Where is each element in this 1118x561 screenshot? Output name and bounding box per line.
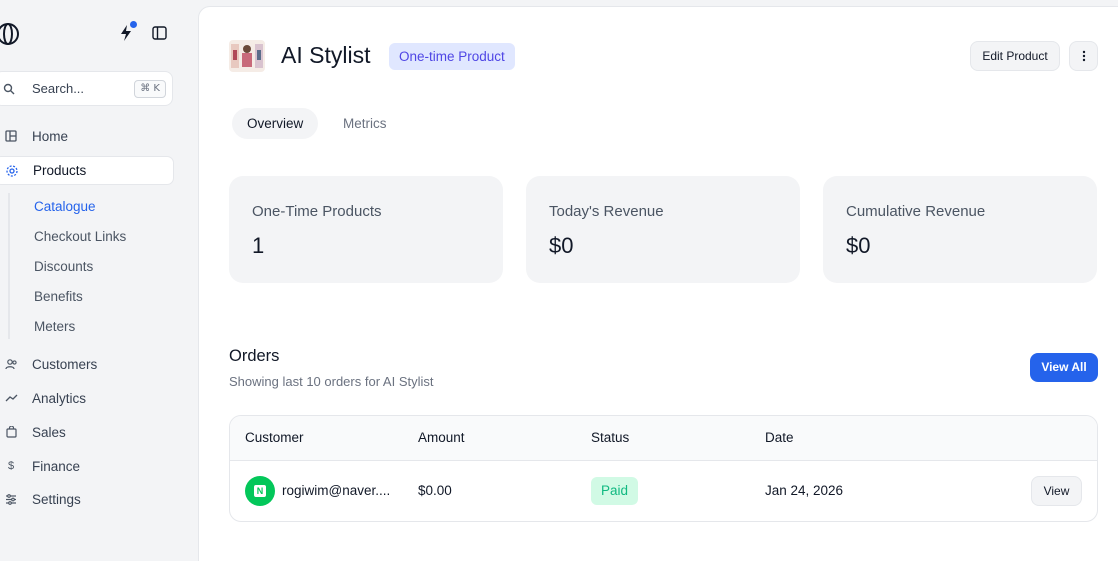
sales-icon	[4, 425, 18, 439]
sidebar-item-label: Sales	[32, 424, 66, 440]
finance-icon: $	[7, 460, 15, 472]
orders-subtitle: Showing last 10 orders for AI Stylist	[229, 374, 434, 389]
home-icon	[4, 129, 18, 143]
sidebar-item-settings[interactable]: Settings	[0, 485, 174, 513]
sidebar: Search... ⌘ K Home Products Catalogue Ch…	[0, 0, 198, 561]
order-amount: $0.00	[418, 483, 452, 498]
page-title: AI Stylist	[281, 42, 371, 68]
subnav-item-discounts[interactable]: Discounts	[34, 259, 93, 274]
search-placeholder: Search...	[32, 81, 85, 96]
settings-icon	[4, 492, 18, 506]
subnav-item-benefits[interactable]: Benefits	[34, 289, 83, 304]
view-order-button[interactable]: View	[1031, 476, 1082, 506]
table-row[interactable]: N rogiwim@naver.... $0.00 Paid Jan 24, 2…	[230, 461, 1097, 521]
order-date: Jan 24, 2026	[765, 483, 844, 498]
stat-value: $0	[549, 233, 574, 258]
product-thumbnail	[229, 40, 265, 72]
sidebar-item-label: Analytics	[32, 390, 87, 406]
subnav-item-catalogue[interactable]: Catalogue	[34, 199, 96, 214]
products-icon	[5, 164, 19, 178]
subnav-item-meters[interactable]: Meters	[34, 319, 75, 334]
stat-card-todays-revenue: Today's Revenue $0	[526, 176, 800, 283]
sidebar-item-home[interactable]: Home	[0, 122, 174, 150]
customers-icon	[4, 357, 18, 371]
search-shortcut: ⌘ K	[134, 80, 166, 98]
more-vertical-icon	[1082, 50, 1085, 62]
subnav-item-checkout-links[interactable]: Checkout Links	[34, 229, 126, 244]
sidebar-item-analytics[interactable]: Analytics	[0, 384, 174, 412]
subnav-line	[8, 193, 10, 339]
more-options-button[interactable]	[1069, 41, 1098, 71]
stat-label: Today's Revenue	[549, 203, 664, 220]
customer-email: rogiwim@naver....	[282, 483, 391, 498]
stat-label: One-Time Products	[252, 203, 382, 220]
search-icon	[3, 83, 15, 95]
sidebar-item-finance[interactable]: $ Finance	[0, 452, 174, 480]
naver-icon: N	[254, 485, 266, 497]
main-panel: AI Stylist One-time Product Edit Product…	[198, 6, 1118, 561]
table-header: Customer Amount Status Date	[230, 416, 1097, 461]
stat-card-cumulative-revenue: Cumulative Revenue $0	[823, 176, 1097, 283]
sidebar-item-products[interactable]: Products	[0, 156, 174, 185]
orders-heading: Orders	[229, 347, 280, 365]
column-header-amount: Amount	[418, 430, 465, 445]
orders-table: Customer Amount Status Date N rogiwim@na…	[229, 415, 1098, 522]
analytics-icon	[4, 391, 18, 405]
sidebar-item-label: Finance	[32, 458, 81, 474]
column-header-status: Status	[591, 430, 630, 445]
avatar: N	[245, 476, 275, 506]
status-badge: Paid	[591, 477, 639, 505]
stat-value: 1	[252, 233, 265, 258]
stat-value: $0	[846, 233, 871, 258]
stat-card-one-time-products: One-Time Products 1	[229, 176, 503, 283]
sidebar-item-label: Products	[33, 163, 87, 178]
sidebar-item-sales[interactable]: Sales	[0, 418, 174, 446]
product-type-badge: One-time Product	[389, 43, 515, 70]
tab-metrics[interactable]: Metrics	[328, 108, 402, 139]
sidebar-item-customers[interactable]: Customers	[0, 350, 174, 378]
column-header-customer: Customer	[245, 430, 304, 445]
polar-logo-icon[interactable]	[0, 22, 20, 46]
notification-dot	[130, 21, 137, 28]
search-input[interactable]: Search... ⌘ K	[0, 71, 173, 106]
sidebar-item-label: Customers	[32, 356, 98, 372]
sidebar-item-label: Settings	[32, 491, 81, 507]
edit-product-button[interactable]: Edit Product	[970, 41, 1060, 71]
sidebar-item-label: Home	[32, 128, 69, 144]
stat-label: Cumulative Revenue	[846, 203, 986, 220]
tab-overview[interactable]: Overview	[232, 108, 319, 139]
view-all-button[interactable]: View All	[1030, 353, 1098, 382]
column-header-date: Date	[765, 430, 794, 445]
sidebar-toggle-icon[interactable]	[152, 26, 167, 40]
